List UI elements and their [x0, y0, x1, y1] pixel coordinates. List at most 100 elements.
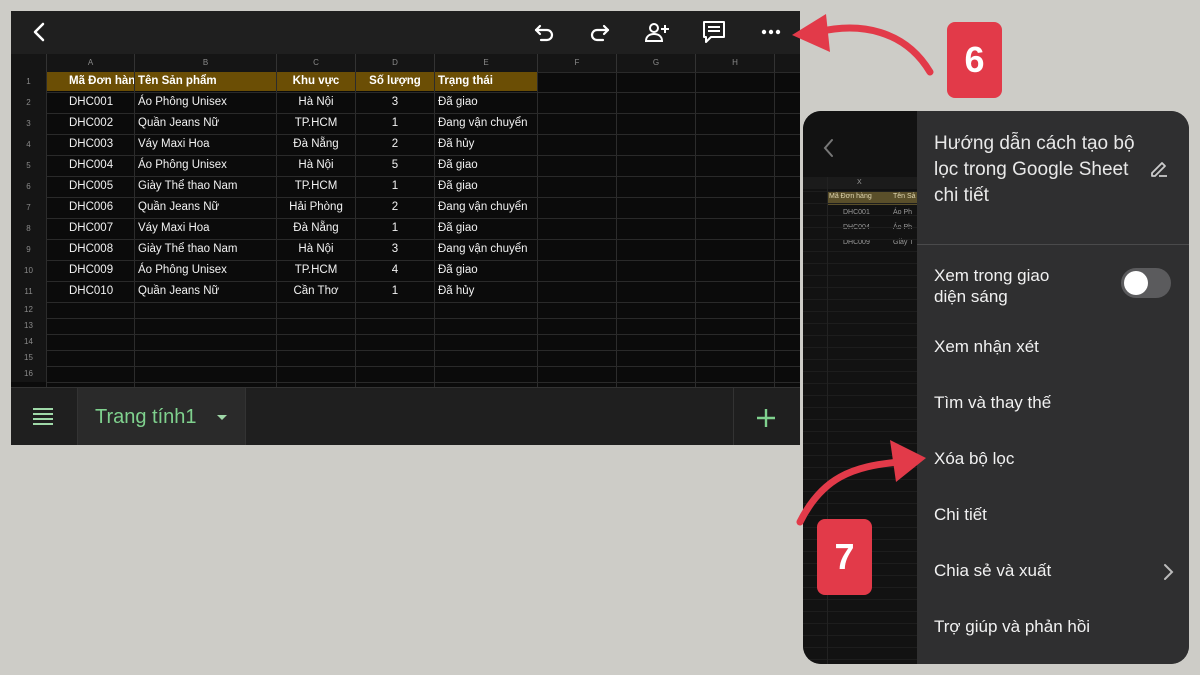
undo-icon[interactable]	[529, 17, 559, 47]
table-cell[interactable]: Đang vận chuyển	[435, 113, 537, 134]
header-cell[interactable]: Khu vực	[277, 72, 355, 91]
add-person-icon[interactable]	[642, 17, 672, 47]
table-cell[interactable]: DHC003	[47, 134, 134, 155]
sheet-tab-active[interactable]: Trang tính1	[78, 388, 245, 445]
column-a-header[interactable]: A	[47, 54, 135, 72]
menu-item-light-mode[interactable]: Xem trong giao diện sáng	[934, 265, 1084, 307]
select-all-corner[interactable]	[11, 54, 47, 72]
table-cell[interactable]: DHC004	[47, 155, 134, 176]
table-cell[interactable]: DHC002	[47, 113, 134, 134]
header-cell[interactable]: Mã Đơn hàng	[47, 72, 134, 91]
column-c-header[interactable]: C	[277, 54, 356, 72]
table-cell[interactable]: Váy Maxi Hoa	[135, 134, 276, 155]
row-header[interactable]: 1	[11, 72, 47, 92]
row-header[interactable]: 13	[11, 318, 47, 334]
table-cell[interactable]: DHC005	[47, 176, 134, 197]
column-b-header[interactable]: B	[135, 54, 277, 72]
column-d-header[interactable]: D	[356, 54, 435, 72]
row-header[interactable]: 2	[11, 92, 47, 113]
table-cell[interactable]: 3	[356, 239, 434, 260]
column-g-header[interactable]: G	[617, 54, 696, 72]
header-cell[interactable]: Trạng thái	[435, 72, 537, 91]
header-cell[interactable]: Số lượng	[356, 72, 434, 91]
table-cell[interactable]: Hà Nội	[277, 92, 355, 113]
table-cell[interactable]: 5	[356, 155, 434, 176]
row-header[interactable]: 10	[11, 260, 47, 281]
table-cell[interactable]: Hà Nội	[277, 155, 355, 176]
add-sheet-icon[interactable]	[755, 407, 777, 429]
table-cell[interactable]: Đã hủy	[435, 281, 537, 302]
all-sheets-menu-icon[interactable]	[31, 406, 55, 428]
table-cell[interactable]: Đà Nẵng	[277, 134, 355, 155]
table-cell[interactable]: 1	[356, 218, 434, 239]
table-cell[interactable]: Giày Thể thao Nam	[135, 239, 276, 260]
table-cell[interactable]: Đã giao	[435, 155, 537, 176]
table-cell[interactable]: DHC009	[47, 260, 134, 281]
table-cell[interactable]: Đang vận chuyển	[435, 197, 537, 218]
table-cell[interactable]: TP.HCM	[277, 260, 355, 281]
table-cell[interactable]: TP.HCM	[277, 176, 355, 197]
table-cell[interactable]: Áo Phông Unisex	[135, 260, 276, 281]
menu-item-help-feedback[interactable]: Trợ giúp và phản hồi	[934, 617, 1090, 637]
row-header[interactable]: 5	[11, 155, 47, 176]
table-cell[interactable]: Giày Thể thao Nam	[135, 176, 276, 197]
table-cell[interactable]: Áo Phông Unisex	[135, 155, 276, 176]
column-e-header[interactable]: E	[435, 54, 538, 72]
grid-col-line	[537, 72, 538, 387]
table-cell[interactable]: Quần Jeans Nữ	[135, 197, 276, 218]
row-header[interactable]: 11	[11, 281, 47, 302]
table-cell[interactable]: DHC006	[47, 197, 134, 218]
table-cell[interactable]: Váy Maxi Hoa	[135, 218, 276, 239]
menu-item-clear-filter[interactable]: Xóa bộ lọc	[934, 449, 1014, 469]
table-cell[interactable]: Áo Phông Unisex	[135, 92, 276, 113]
table-cell[interactable]: Đà Nẵng	[277, 218, 355, 239]
table-cell[interactable]: Đã giao	[435, 218, 537, 239]
menu-item-find-replace[interactable]: Tìm và thay thế	[934, 393, 1051, 413]
light-mode-toggle[interactable]	[1121, 268, 1171, 298]
table-cell[interactable]: TP.HCM	[277, 113, 355, 134]
table-cell[interactable]: Quần Jeans Nữ	[135, 113, 276, 134]
table-cell[interactable]: 1	[356, 281, 434, 302]
table-cell[interactable]: 1	[356, 113, 434, 134]
table-cell[interactable]: DHC007	[47, 218, 134, 239]
table-cell[interactable]: 1	[356, 176, 434, 197]
table-cell[interactable]: DHC008	[47, 239, 134, 260]
row-header[interactable]: 16	[11, 366, 47, 382]
menu-item-view-comments[interactable]: Xem nhận xét	[934, 337, 1039, 357]
table-cell[interactable]: Cần Thơ	[277, 281, 355, 302]
table-cell[interactable]: Đã giao	[435, 260, 537, 281]
more-icon[interactable]	[756, 17, 786, 47]
table-cell[interactable]: DHC001	[47, 92, 134, 113]
row-header[interactable]: 7	[11, 197, 47, 218]
back-icon[interactable]	[25, 17, 55, 47]
row-header[interactable]: 15	[11, 350, 47, 366]
table-cell[interactable]: Đã giao	[435, 92, 537, 113]
comment-icon[interactable]	[699, 17, 729, 47]
table-cell[interactable]: 4	[356, 260, 434, 281]
header-cell[interactable]: Tên Sản phẩm	[135, 72, 276, 91]
table-cell[interactable]: Hải Phòng	[277, 197, 355, 218]
row-header[interactable]: 4	[11, 134, 47, 155]
table-cell[interactable]: Đã giao	[435, 176, 537, 197]
edit-pencil-icon[interactable]	[1148, 157, 1170, 179]
table-cell[interactable]: 3	[356, 92, 434, 113]
menu-item-share-export[interactable]: Chia sẻ và xuất	[934, 561, 1051, 581]
table-cell[interactable]: 2	[356, 134, 434, 155]
table-cell[interactable]: Đã hủy	[435, 134, 537, 155]
column-h-header[interactable]: H	[696, 54, 775, 72]
table-cell[interactable]: Đang vận chuyển	[435, 239, 537, 260]
row-header[interactable]: 12	[11, 302, 47, 318]
menu-item-details[interactable]: Chi tiết	[934, 505, 987, 525]
table-cell[interactable]: 2	[356, 197, 434, 218]
row-header[interactable]: 14	[11, 334, 47, 350]
row-header[interactable]: 9	[11, 239, 47, 260]
table-cell[interactable]: Hà Nội	[277, 239, 355, 260]
chevron-down-icon[interactable]	[216, 414, 228, 422]
table-cell[interactable]: Quần Jeans Nữ	[135, 281, 276, 302]
table-cell[interactable]: DHC010	[47, 281, 134, 302]
redo-icon[interactable]	[585, 17, 615, 47]
row-header[interactable]: 3	[11, 113, 47, 134]
column-f-header[interactable]: F	[538, 54, 617, 72]
row-header[interactable]: 8	[11, 218, 47, 239]
row-header[interactable]: 6	[11, 176, 47, 197]
